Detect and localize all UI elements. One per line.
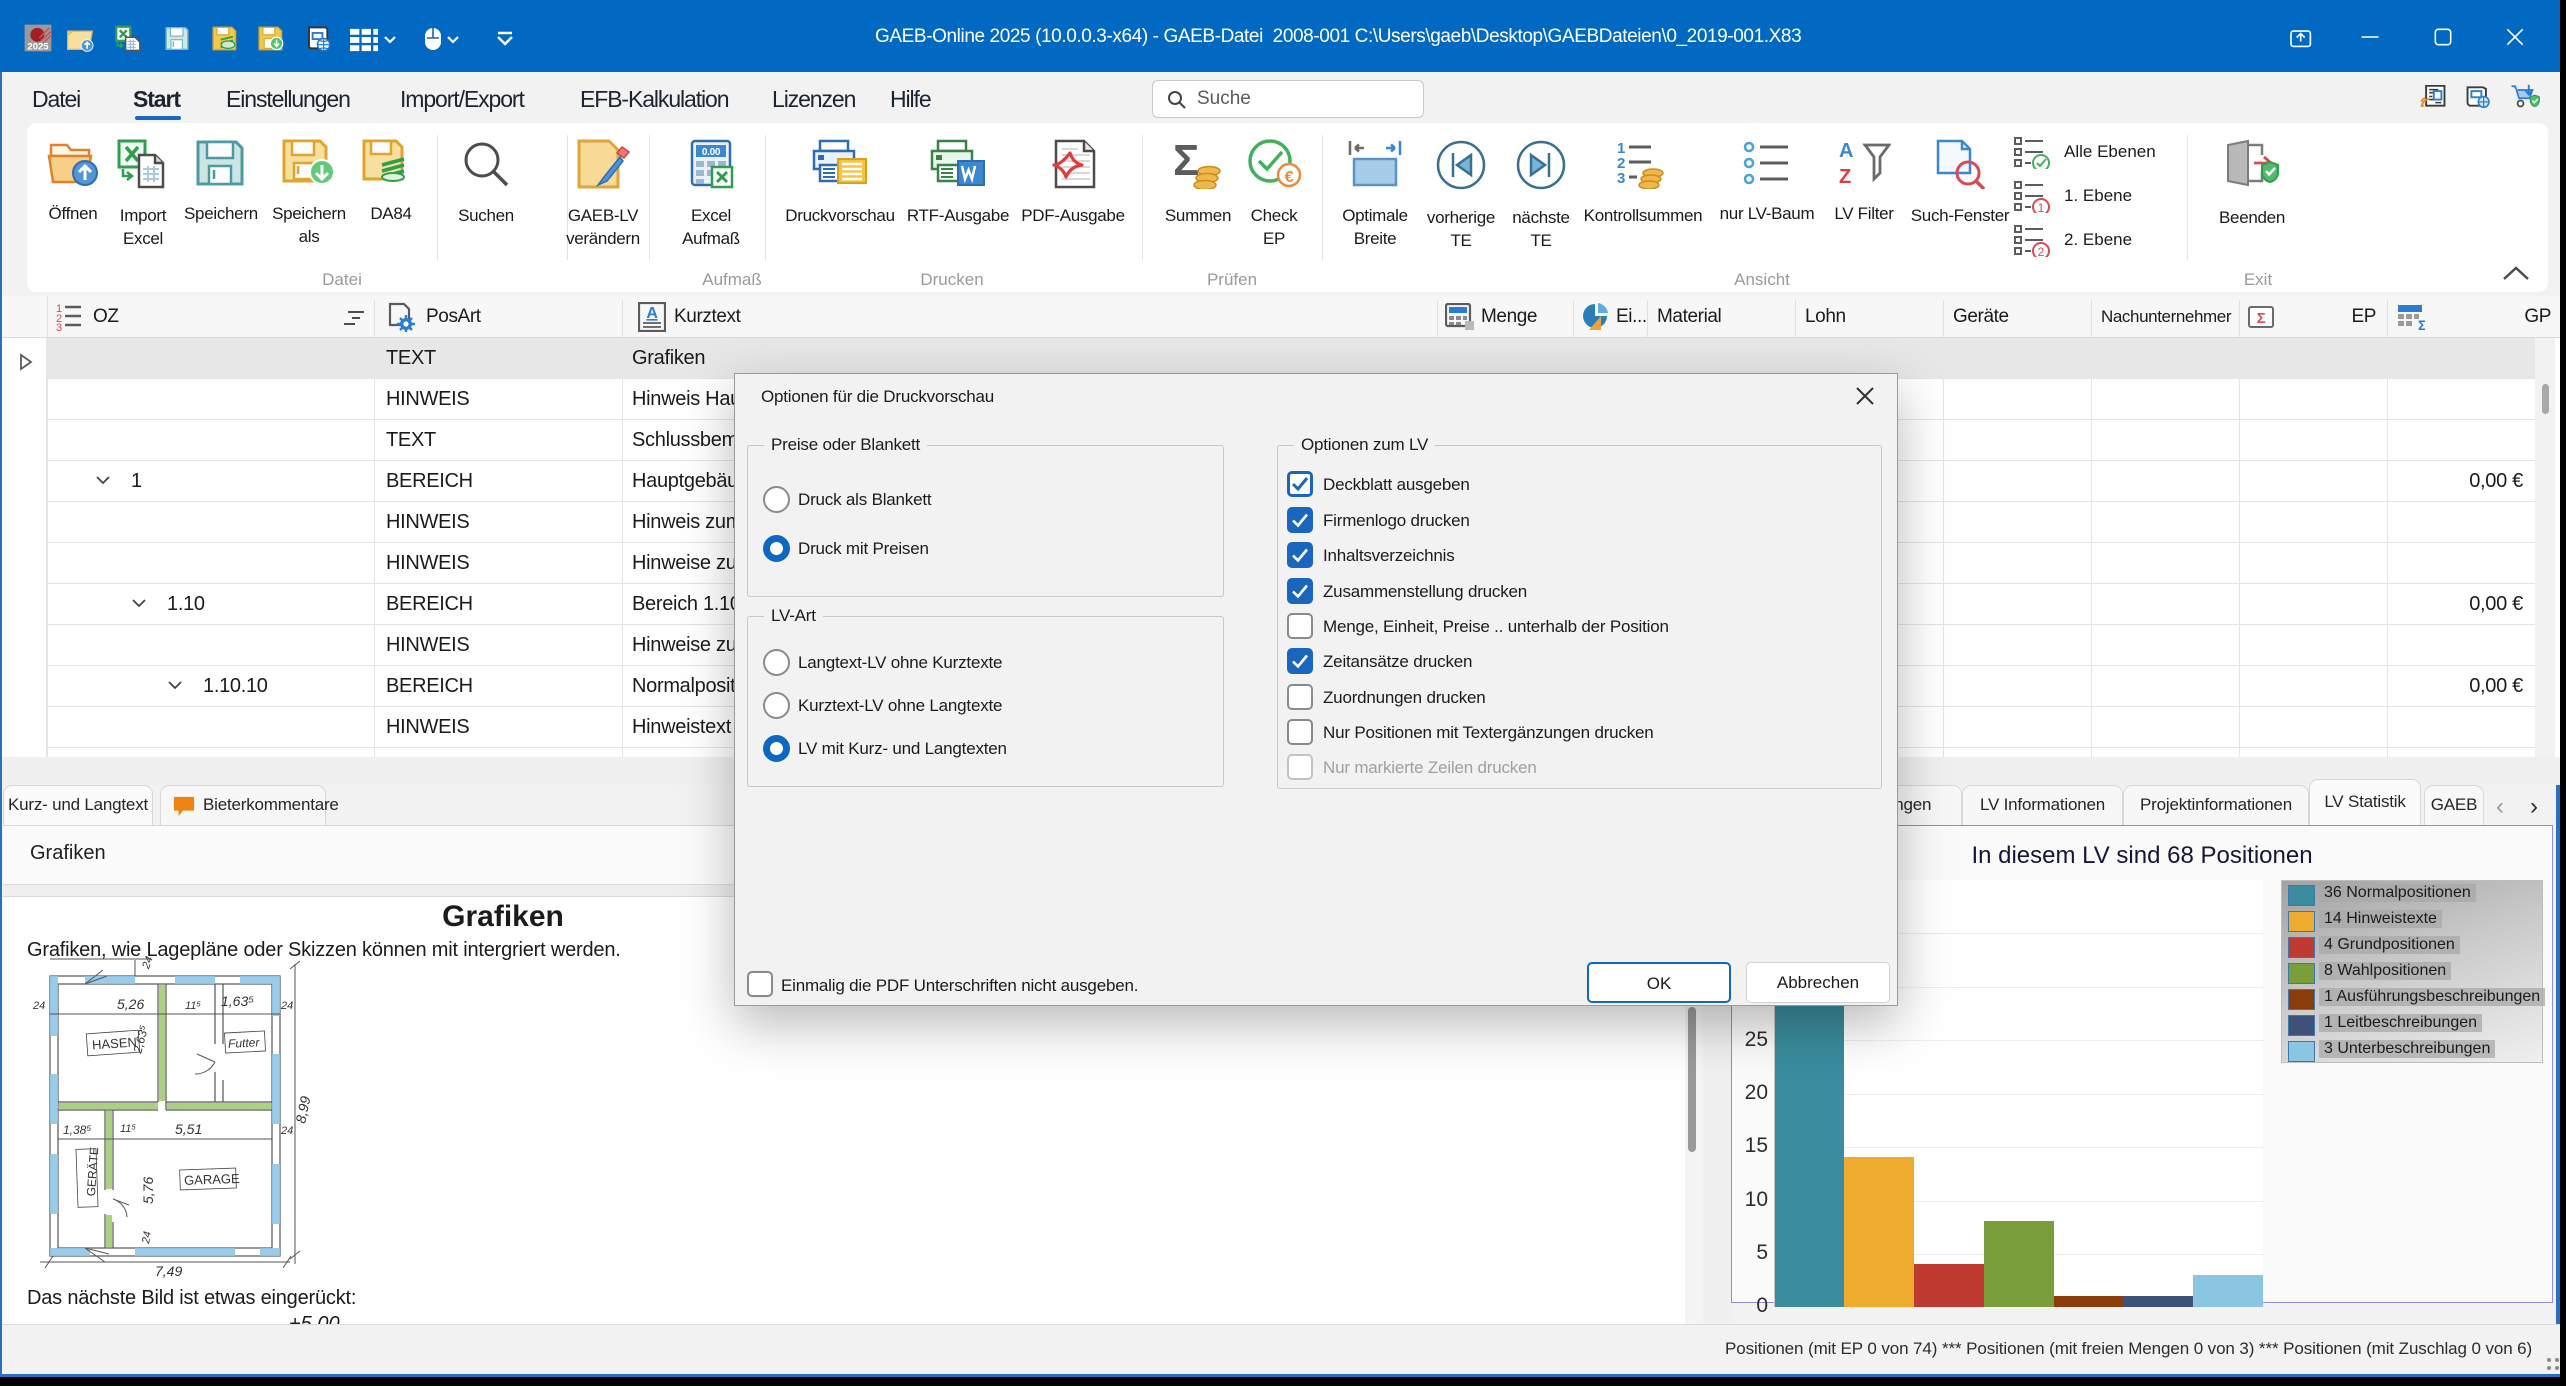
svg-text:Futter: Futter bbox=[228, 1035, 261, 1051]
svg-text:3: 3 bbox=[56, 322, 62, 331]
svg-text:1,63⁵: 1,63⁵ bbox=[221, 993, 254, 1009]
svg-text:5,26: 5,26 bbox=[117, 996, 144, 1012]
svg-text:11⁵: 11⁵ bbox=[120, 1123, 136, 1135]
svg-text:24: 24 bbox=[280, 1125, 293, 1137]
svg-text:0.00: 0.00 bbox=[702, 147, 721, 158]
svg-text:24: 24 bbox=[280, 1000, 293, 1012]
svg-text:Σ: Σ bbox=[2418, 317, 2425, 331]
svg-text:3: 3 bbox=[1617, 170, 1625, 187]
svg-text:Z: Z bbox=[1839, 166, 1851, 187]
svg-text:24: 24 bbox=[140, 955, 156, 972]
svg-text:5,76: 5,76 bbox=[140, 1177, 156, 1204]
svg-text:24: 24 bbox=[32, 1000, 45, 1012]
svg-text:2: 2 bbox=[2038, 245, 2045, 257]
svg-text:Σ: Σ bbox=[2257, 310, 2266, 327]
svg-text:11⁵: 11⁵ bbox=[185, 1000, 201, 1012]
svg-text:2025: 2025 bbox=[27, 41, 49, 52]
svg-text:GARAGE: GARAGE bbox=[184, 1171, 240, 1188]
svg-text:1: 1 bbox=[2038, 201, 2045, 213]
svg-text:A: A bbox=[1839, 140, 1853, 162]
svg-text:A: A bbox=[646, 305, 658, 322]
svg-text:24: 24 bbox=[140, 1230, 154, 1245]
svg-text:GERÄTE: GERÄTE bbox=[84, 1147, 101, 1197]
svg-text:Σ: Σ bbox=[1173, 139, 1199, 185]
svg-text:5,51: 5,51 bbox=[175, 1121, 202, 1137]
svg-text:HASEN: HASEN bbox=[92, 1034, 138, 1052]
svg-text:7,49: 7,49 bbox=[155, 1263, 182, 1279]
svg-text:€: € bbox=[1285, 169, 1294, 186]
svg-text:1,38⁵: 1,38⁵ bbox=[63, 1123, 91, 1137]
